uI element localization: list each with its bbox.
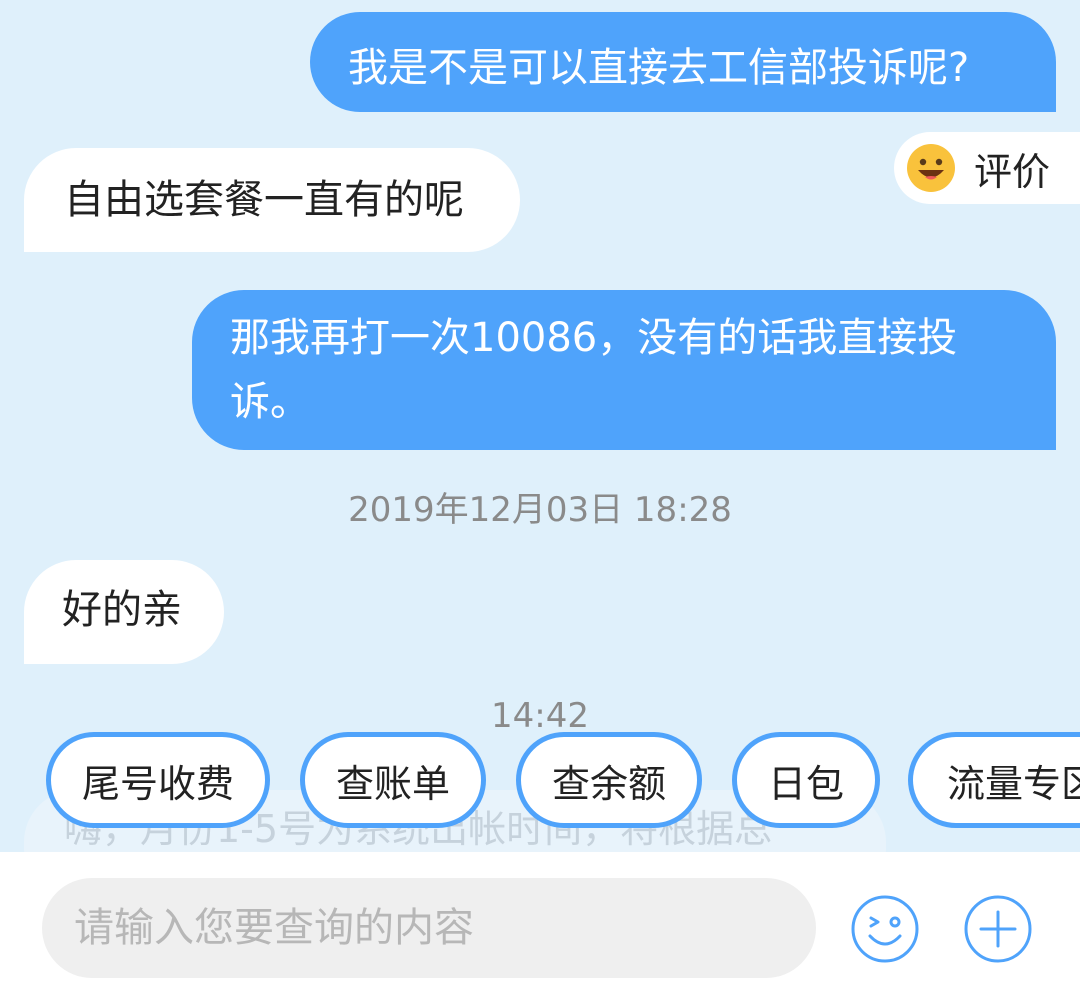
rate-button[interactable]: 评价 xyxy=(894,132,1080,204)
quick-reply-chip[interactable]: 日包 xyxy=(732,732,880,828)
chat-area: 我是不是可以直接去工信部投诉呢? 评价 自由选套餐一直有的呢 那我再打一次100… xyxy=(0,0,1080,852)
quick-reply-chip[interactable]: 查账单 xyxy=(300,732,486,828)
message-input[interactable]: 请输入您要查询的内容 xyxy=(42,878,816,978)
quick-reply-chip[interactable]: 查余额 xyxy=(516,732,702,828)
plus-icon[interactable] xyxy=(963,894,1033,964)
smiley-face-icon xyxy=(907,144,955,192)
input-bar: 请输入您要查询的内容 xyxy=(0,852,1080,1002)
received-message-bubble[interactable]: 自由选套餐一直有的呢 xyxy=(24,148,520,252)
sent-message-bubble[interactable]: 那我再打一次10086，没有的话我直接投诉。 xyxy=(192,290,1056,450)
sent-message-bubble[interactable]: 我是不是可以直接去工信部投诉呢? xyxy=(310,12,1056,112)
quick-reply-chip[interactable]: 流量专区 xyxy=(908,732,1080,828)
rate-label: 评价 xyxy=(974,149,1051,194)
timestamp: 2019年12月03日 18:28 xyxy=(348,490,732,530)
quick-reply-bar: 尾号收费 查账单 查余额 日包 流量专区 xyxy=(0,732,1080,828)
wink-face-icon[interactable] xyxy=(850,894,920,964)
timestamp: 14:42 xyxy=(491,696,589,736)
received-message-bubble[interactable]: 好的亲 xyxy=(24,560,224,664)
quick-reply-chip[interactable]: 尾号收费 xyxy=(46,732,270,828)
